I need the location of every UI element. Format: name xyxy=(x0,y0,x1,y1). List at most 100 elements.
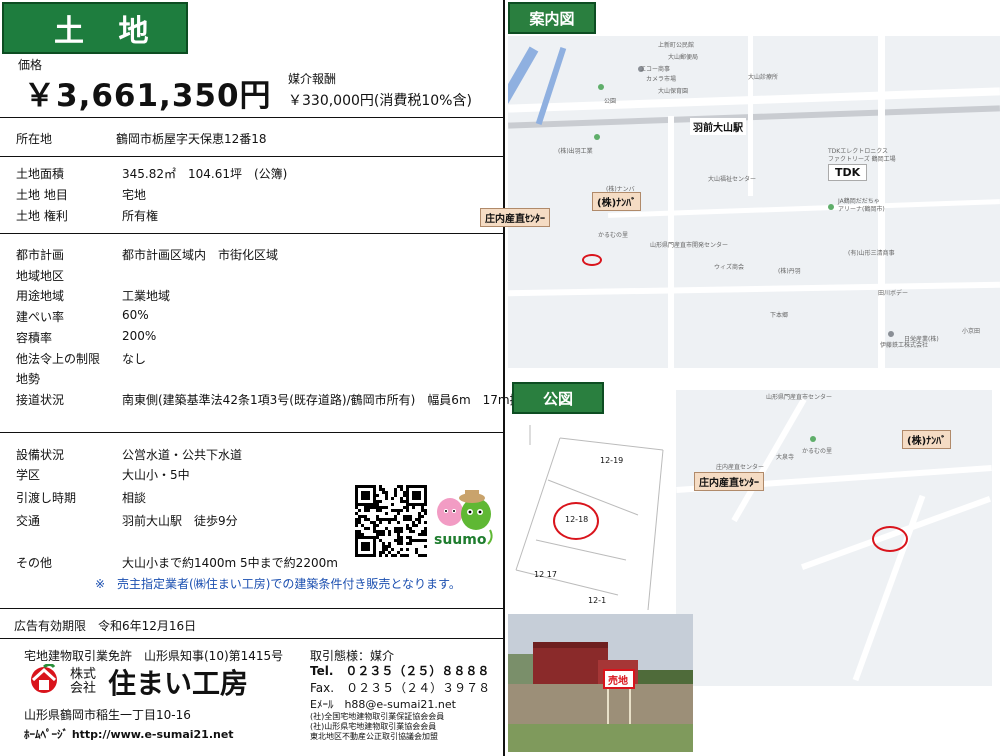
poi-label: かるむの里 xyxy=(598,232,629,239)
mini-center-label: 庄内産直ｾﾝﾀｰ xyxy=(694,472,764,491)
location-label: 所在地 xyxy=(16,132,53,146)
field-value: 公営水道・公共下水道 xyxy=(122,448,243,462)
poi-label: 下本郷 xyxy=(770,312,789,319)
commission-label: 媒介報酬 xyxy=(288,72,337,86)
field-label: 用途地域 xyxy=(16,289,65,304)
poi-label: 大山郵便局 xyxy=(668,54,699,61)
poi-label: カメラ市場 xyxy=(646,76,677,83)
poi-label: (株)ナンバ xyxy=(606,186,635,193)
qr-code[interactable] xyxy=(355,485,427,557)
field-label: 他法令上の制限 xyxy=(16,351,101,366)
for-sale-sign: 売地 xyxy=(608,676,628,687)
property-marker xyxy=(582,254,602,266)
field-label: 接道状況 xyxy=(16,392,65,407)
field-label: その他 xyxy=(16,556,53,570)
suumo-wordmark: suumo xyxy=(434,532,487,548)
sales-note: ※ 売主指定業者(㈱住まい工房)での建築条件付き販売となります。 xyxy=(95,577,461,591)
field-value: 200% xyxy=(122,328,157,343)
field-label: 建ぺい率 xyxy=(16,310,65,325)
field-value: 大山小まで約1400m 5中まで約2200m xyxy=(122,556,338,570)
field-label: 容積率 xyxy=(16,330,53,345)
poi-label: 小京田 xyxy=(962,328,981,335)
poi-label: 大山診療所 xyxy=(748,74,779,81)
ad-expiry: 広告有効期限 令和6年12月16日 xyxy=(14,619,197,633)
field-value: なし xyxy=(122,351,147,366)
divider xyxy=(0,638,505,639)
field-value: 都市計画区域内 市街化区域 xyxy=(122,248,279,262)
field-label: 土地 権利 xyxy=(16,209,68,223)
poi-label: 大泉寺 xyxy=(776,454,795,461)
field-label: 設備状況 xyxy=(16,448,65,462)
suumo-logo: suumo xyxy=(432,484,500,558)
email-address[interactable]: Eﾒｰﾙ h88@e-sumai21.net xyxy=(310,696,456,712)
lot-label: 12-19 xyxy=(600,456,624,465)
field-label: 地域地区 xyxy=(16,268,65,283)
poi-label: ファクトリーズ 鶴岡工場 xyxy=(828,156,896,163)
site-photo: 売地 xyxy=(508,614,693,752)
property-marker xyxy=(872,526,908,552)
field-label: 土地面積 xyxy=(16,167,65,181)
guide-map-tag: 案内図 xyxy=(508,2,596,34)
property-info-panel: 土 地 価格 ￥3,661,350円 媒介報酬 ￥330,000円(消費税10%… xyxy=(0,0,534,756)
field-value: 羽前大山駅 徒歩9分 xyxy=(122,514,238,528)
field-label: 土地 地目 xyxy=(16,188,68,202)
poi-label: 山形県門産直市センター xyxy=(766,394,833,401)
field-value: 相談 xyxy=(122,491,147,505)
poi-label: 日栄産業(株) xyxy=(904,336,939,343)
association-item: 東北地区不動産公正取引協議会加盟 xyxy=(310,732,438,741)
association-list: (社)全国宅地建物取引業保証協会会員 (社)山形県宅地建物取引業協会会員 東北地区不… xyxy=(310,712,444,742)
company-name: 住まい工房 xyxy=(108,667,249,700)
commission-value: ￥330,000円(消費税10%含) xyxy=(288,93,472,109)
poi-label: ウィズ商会 xyxy=(714,264,745,271)
company-logo-icon xyxy=(24,663,64,700)
mini-numba-label: (株)ﾅﾝﾊﾞ xyxy=(902,430,952,449)
company-address: 山形県鶴岡市稲生一丁目10-16 xyxy=(24,708,191,722)
divider xyxy=(0,233,505,234)
lot-label: 12-1 xyxy=(588,596,607,605)
poi-label: 山形県門産直市開発センター xyxy=(650,242,729,249)
location-value: 鶴岡市栃屋字天保恵12番18 xyxy=(116,132,267,146)
numba-label: (株)ﾅﾝﾊﾞ xyxy=(592,192,642,211)
field-value: 大山小・5中 xyxy=(122,468,190,482)
plat-map: 12-19 12-18 12 17 12-1 xyxy=(508,420,668,611)
tel-number[interactable]: Tel. ０２３５（２５）８８８８ xyxy=(310,662,489,679)
poi-label: 大山福祉センター xyxy=(708,176,757,183)
poi-label: (有)山形三清商事 xyxy=(848,250,895,257)
poi-label: 庄内産直センター xyxy=(716,464,765,471)
association-item: (社)全国宅地建物取引業保証協会会員 xyxy=(310,712,445,721)
poi-label: 大山保育園 xyxy=(658,88,689,95)
field-value: 60% xyxy=(122,308,149,323)
field-value: 345.82㎡ 104.61坪 (公簿) xyxy=(122,167,288,181)
poi-label: 田川ボデー xyxy=(878,290,909,297)
divider xyxy=(0,117,505,118)
fax-number: Fax. ０２３５（２４）３９７８ xyxy=(310,681,491,695)
field-value: 宅地 xyxy=(122,188,147,202)
plat-map-tag: 公図 xyxy=(512,382,604,414)
poi-label: エコー商事 xyxy=(640,66,671,73)
field-label: 学区 xyxy=(16,468,41,482)
detail-map[interactable]: (株)ﾅﾝﾊﾞ 庄内産直ｾﾝﾀｰ 山形県門産直市センター 大泉寺 かるむの里 庄… xyxy=(676,390,992,686)
price-value: ￥3,661,350円 xyxy=(24,78,272,114)
field-label: 都市計画 xyxy=(16,248,65,262)
company-type: 株式 会社 xyxy=(70,667,97,696)
poi-label: アリーナ(鶴岡市) xyxy=(838,206,885,213)
station-label: 羽前大山駅 xyxy=(690,118,746,135)
association-item: (社)山形県宅地建物取引業協会会員 xyxy=(310,722,437,731)
poi-label: (株)出羽工業 xyxy=(558,148,593,155)
property-marker xyxy=(553,502,599,540)
homepage-link[interactable]: ﾎｰﾑﾍﾟｰｼﾞ http://www.e-sumai21.net xyxy=(24,726,234,742)
field-label: 交通 xyxy=(16,514,41,528)
field-value: 工業地域 xyxy=(122,289,171,304)
tdk-label: TDK xyxy=(828,164,868,181)
field-value: 南東側(建築基準法42条1項3号(既存道路)/鶴岡市所有) 幅員6m 17m接道 xyxy=(122,392,534,407)
guide-map[interactable]: 羽前大山駅 TDK (株)ﾅﾝﾊﾞ 上新町公民館大山郵便局エコー商事カメラ市場公… xyxy=(508,36,1000,368)
divider xyxy=(0,432,505,433)
poi-label: 公園 xyxy=(604,98,617,105)
divider xyxy=(0,608,505,609)
center-label: 庄内産直ｾﾝﾀｰ xyxy=(480,208,550,227)
lot-label: 12 17 xyxy=(534,570,557,579)
poi-label: かるむの里 xyxy=(802,448,833,455)
field-label: 地勢 xyxy=(16,372,41,387)
poi-label: 上新町公民館 xyxy=(658,42,695,49)
field-label: 引渡し時期 xyxy=(16,491,77,505)
